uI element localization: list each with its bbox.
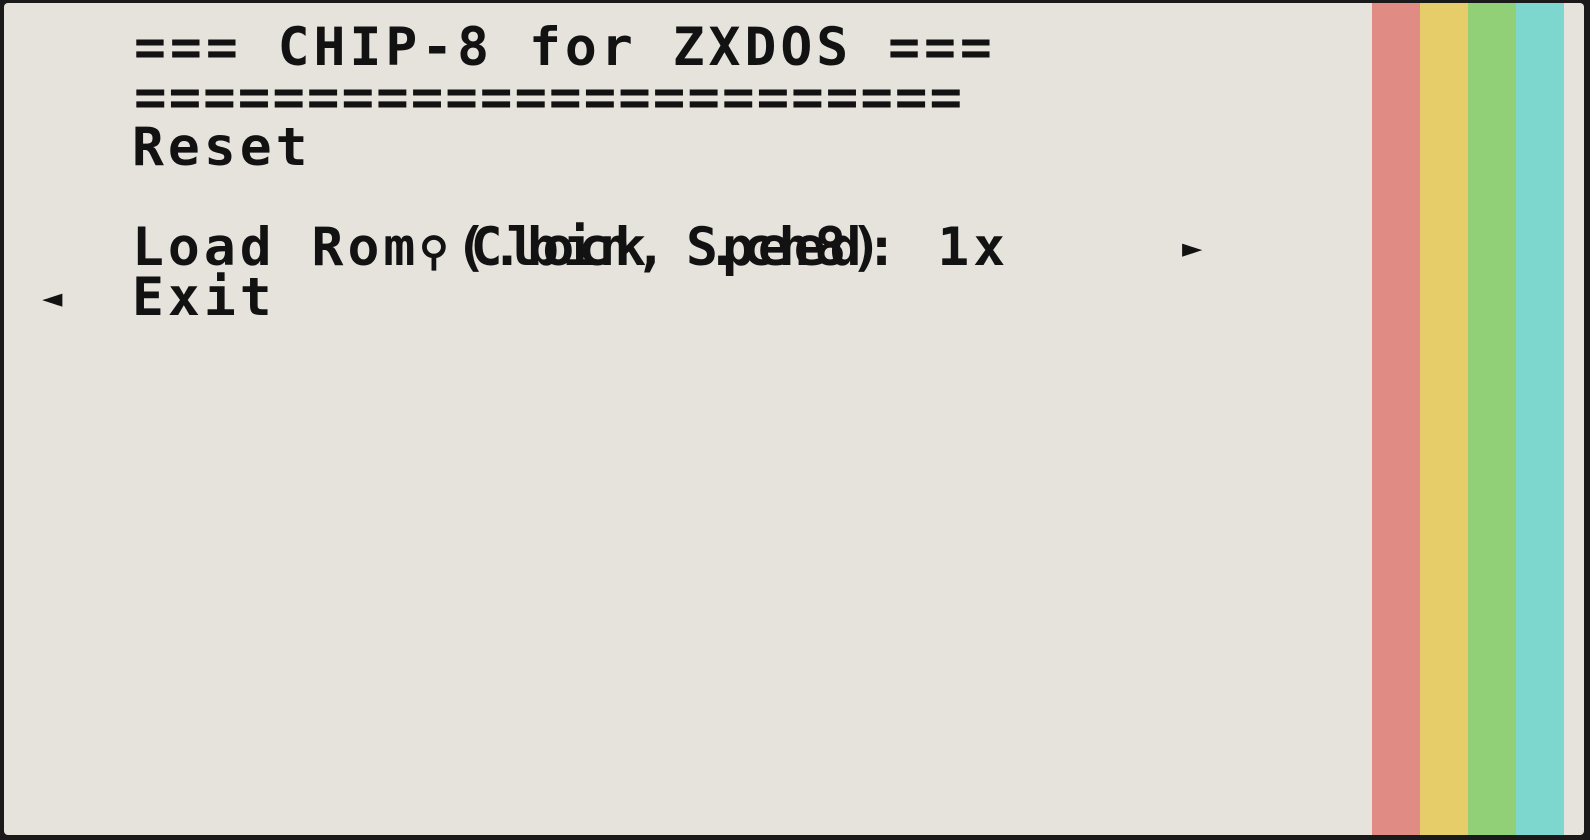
menu-item-clock-speed[interactable]: ⚲ Clock Speed: 1x [4,173,1364,275]
stripe-red [1372,3,1420,835]
screen: === CHIP-8 for ZXDOS === ===============… [4,3,1584,835]
app-title: === CHIP-8 for ZXDOS === [134,17,996,78]
title-row: === CHIP-8 for ZXDOS === [4,17,1364,78]
separator-row: ======================== [4,67,1364,128]
main-menu: === CHIP-8 for ZXDOS === ===============… [4,17,1364,328]
stripe-yellow [1420,3,1468,835]
menu-item-exit[interactable]: ◄ Exit [4,267,1364,328]
spectrum-stripes [1372,3,1564,835]
selection-arrow-icon: ◄ [42,278,67,318]
menu-item-reset[interactable]: Reset [4,117,1364,178]
title-separator: ======================== [134,67,965,128]
menu-item-load-rom[interactable]: Load Rom (.bin, .ch8) ► [4,217,1364,278]
menu-item-label: Exit [132,267,276,328]
menu-item-label: Reset [132,117,312,178]
stripe-green [1468,3,1516,835]
stripe-cyan [1516,3,1564,835]
submenu-arrow-icon: ► [1182,228,1207,268]
menu-item-label: Load Rom (.bin, .ch8) [132,217,887,278]
